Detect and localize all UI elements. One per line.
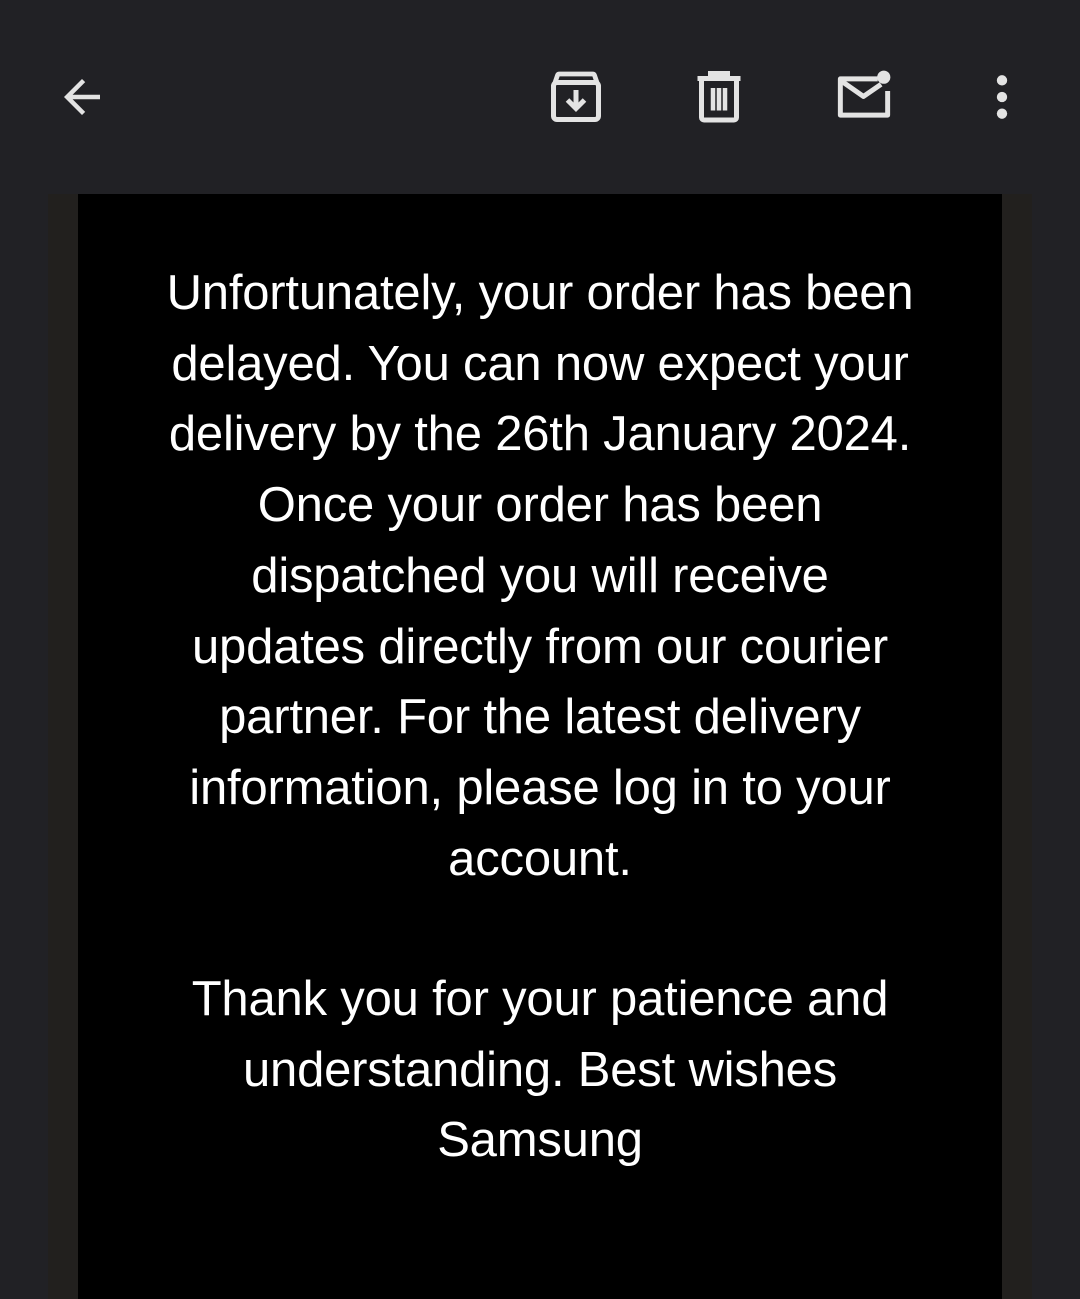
email-body: Unfortunately, your order has been delay… [78, 194, 1002, 1299]
more-vertical-icon [996, 75, 1008, 119]
closing-paragraph: Thank you for your patience and understa… [138, 964, 942, 1176]
mark-unread-button[interactable] [819, 52, 909, 142]
delete-button[interactable] [674, 52, 764, 142]
archive-icon [551, 71, 601, 122]
closing-line: Samsung [437, 1113, 643, 1168]
trash-icon [697, 71, 741, 123]
archive-button[interactable] [531, 52, 621, 142]
body-line: delayed. You can now expect your [171, 336, 909, 391]
body-paragraph: Unfortunately, your order has been delay… [138, 258, 942, 894]
body-line: information, please log in to your [189, 760, 891, 815]
arrow-back-icon [64, 79, 100, 115]
body-line: dispatched you will receive [251, 548, 829, 603]
more-options-button[interactable] [957, 52, 1047, 142]
body-line: Unfortunately, your order has been [166, 266, 914, 320]
body-line: partner. For the latest delivery [219, 690, 861, 745]
message-view[interactable]: Unfortunately, your order has been delay… [0, 194, 1080, 1299]
closing-line: Thank you for your patience and [191, 972, 889, 1026]
body-line: delivery by the 26th January 2024. [168, 407, 912, 462]
top-app-bar [0, 0, 1080, 194]
body-line: updates directly from our courier [191, 619, 889, 674]
body-line: account. [448, 831, 632, 886]
body-line: Once your order has been [257, 478, 823, 533]
mark-unread-icon [837, 70, 891, 118]
back-button[interactable] [37, 52, 127, 142]
closing-line: understanding. Best wishes [242, 1042, 838, 1097]
